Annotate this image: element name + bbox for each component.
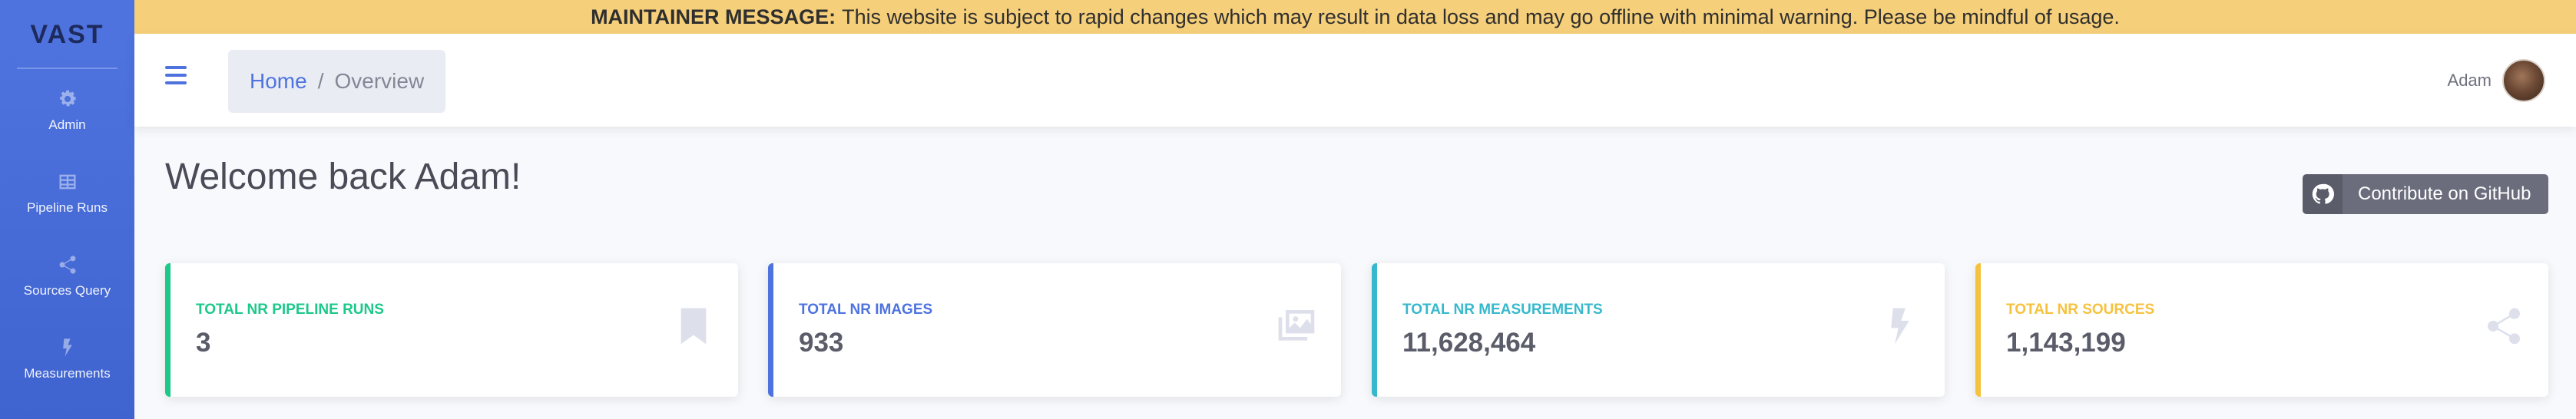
contribute-github-button[interactable]: Contribute on GitHub xyxy=(2303,174,2548,214)
sidebar-item-admin[interactable]: Admin xyxy=(0,69,134,152)
stat-card-value: 933 xyxy=(799,328,844,358)
breadcrumb-current: Overview xyxy=(334,69,425,93)
page-title: Welcome back Adam! xyxy=(165,157,521,197)
hamburger-icon xyxy=(165,66,187,69)
stat-card-sources: Total Nr Sources 1,143,199 xyxy=(1975,263,2548,397)
stat-card-value: 11,628,464 xyxy=(1402,328,1536,358)
table-icon xyxy=(59,174,75,190)
gear-icon xyxy=(59,90,76,107)
menu-toggle-button[interactable] xyxy=(165,66,187,87)
stat-card-pipeline-runs: Total Nr Pipeline Runs 3 xyxy=(165,263,738,397)
user-menu[interactable]: Adam xyxy=(2448,59,2545,102)
hamburger-icon xyxy=(165,81,187,84)
breadcrumb-separator: / xyxy=(317,69,324,93)
stat-card-value: 1,143,199 xyxy=(2006,328,2126,358)
sidebar-divider xyxy=(17,68,118,69)
topbar: Home / Overview Adam xyxy=(134,34,2576,127)
stat-card-value: 3 xyxy=(196,328,211,358)
avatar xyxy=(2502,59,2545,102)
sidebar-item-label: Measurements xyxy=(24,366,111,381)
breadcrumb: Home / Overview xyxy=(228,50,446,113)
banner-title: MAINTAINER MESSAGE: xyxy=(591,5,836,28)
images-icon xyxy=(1275,303,1318,349)
github-icon xyxy=(2303,174,2343,214)
sidebar-item-sources-query[interactable]: Sources Query xyxy=(0,235,134,318)
bolt-icon xyxy=(1879,303,1922,349)
sidebar-item-label: Admin xyxy=(48,117,86,132)
share-icon xyxy=(2482,303,2525,349)
stat-card-label: Total Nr Sources xyxy=(2006,302,2155,318)
sidebar: VAST Admin Pipeline Runs Sources Query M… xyxy=(0,0,134,419)
stat-card-measurements: Total Nr Measurements 11,628,464 xyxy=(1372,263,1945,397)
brand-name: VAST xyxy=(30,19,104,49)
sidebar-item-pipeline-runs[interactable]: Pipeline Runs xyxy=(0,152,134,235)
stat-card-label: Total Nr Images xyxy=(799,302,933,318)
brand-logo[interactable]: VAST xyxy=(0,0,134,69)
user-name: Adam xyxy=(2447,71,2492,90)
stat-card-label: Total Nr Measurements xyxy=(1402,302,1603,318)
bolt-icon xyxy=(62,338,72,357)
stat-card-images: Total Nr Images 933 xyxy=(768,263,1341,397)
maintainer-banner: MAINTAINER MESSAGE: This website is subj… xyxy=(134,0,2576,34)
bookmark-icon xyxy=(672,303,715,349)
share-icon xyxy=(59,256,75,274)
sidebar-item-measurements[interactable]: Measurements xyxy=(0,318,134,401)
stat-card-label: Total Nr Pipeline Runs xyxy=(196,302,384,318)
hamburger-icon xyxy=(165,74,187,77)
sidebar-item-label: Pipeline Runs xyxy=(27,200,108,215)
breadcrumb-home-link[interactable]: Home xyxy=(250,69,307,94)
github-button-label: Contribute on GitHub xyxy=(2358,183,2531,204)
banner-text: This website is subject to rapid changes… xyxy=(842,5,2120,28)
sidebar-item-label: Sources Query xyxy=(23,283,111,298)
